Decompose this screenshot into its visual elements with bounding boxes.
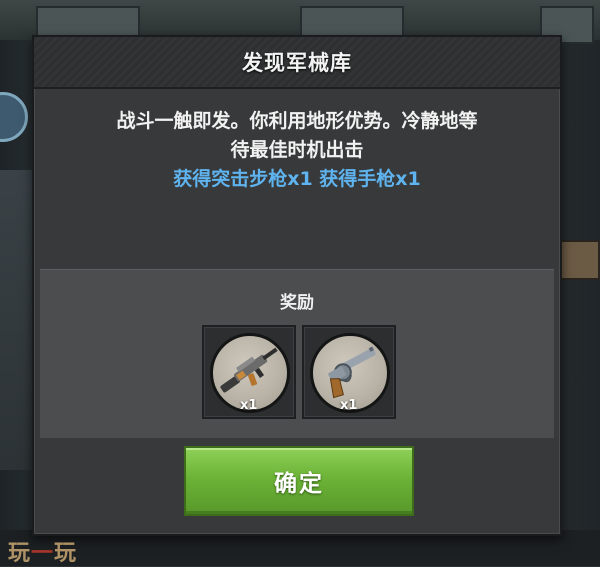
confirm-button[interactable]: 确定	[184, 446, 414, 516]
reward-item-revolver[interactable]: x1	[302, 325, 396, 419]
story-text: 战斗一触即发。你利用地形优势。冷静地等 待最佳时机出击 获得突击步枪x1 获得手…	[52, 107, 542, 194]
reward-item-assault-rifle[interactable]: x1	[202, 325, 296, 419]
site-watermark-logo: 玩一玩	[8, 541, 78, 566]
rewards-label: 奖励	[280, 293, 314, 313]
reward-quantity: x1	[240, 398, 258, 413]
reward-summary: 获得突击步枪x1 获得手枪x1	[173, 168, 421, 190]
dialog-title: 发现军械库	[242, 51, 352, 75]
reward-quantity: x1	[340, 398, 358, 413]
assault-rifle-icon	[220, 347, 278, 393]
event-dialog: 发现军械库 战斗一触即发。你利用地形优势。冷静地等 待最佳时机出击 获得突击步枪…	[32, 35, 562, 536]
dialog-title-bar: 发现军械库	[34, 37, 560, 89]
story-line: 待最佳时机出击	[230, 139, 364, 161]
reward-panel: 奖励 x1 x1	[40, 269, 554, 438]
background-wall	[0, 170, 32, 470]
revolver-icon	[328, 346, 376, 399]
story-line: 战斗一触即发。你利用地形优势。冷静地等	[116, 110, 478, 132]
